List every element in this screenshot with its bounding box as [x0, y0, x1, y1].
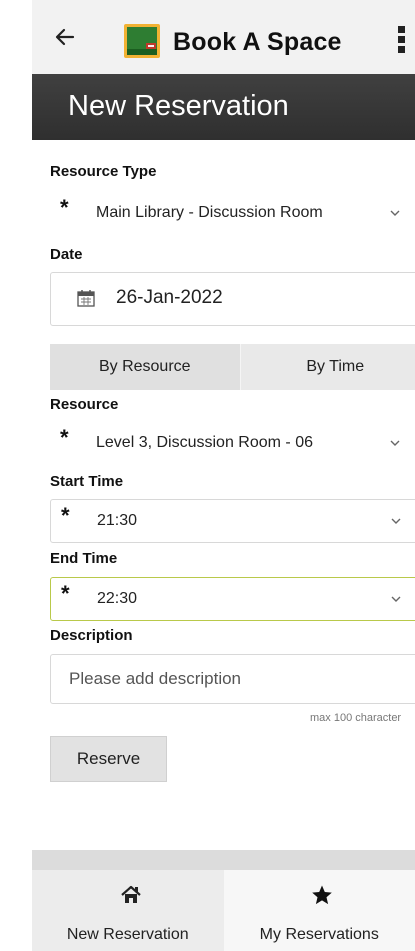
chevron-down-icon	[390, 210, 400, 216]
app-logo-icon	[124, 24, 160, 58]
description-placeholder: Please add description	[69, 669, 242, 688]
by-resource-tab[interactable]: By Resource	[50, 344, 241, 390]
resource-type-value: Main Library - Discussion Room	[96, 204, 323, 221]
by-time-tab[interactable]: By Time	[240, 344, 415, 390]
bottom-nav: New Reservation My Reservations	[32, 870, 415, 951]
start-time-value: 21:30	[97, 512, 138, 529]
start-time-select[interactable]: * 21:30	[50, 499, 415, 543]
required-asterisk-icon: *	[61, 503, 70, 528]
app-title: Book A Space	[173, 28, 342, 56]
resource-type-label: Resource Type	[50, 163, 157, 180]
resource-value: Level 3, Discussion Room - 06	[96, 434, 313, 451]
required-asterisk-icon: *	[61, 581, 70, 606]
chevron-down-icon	[390, 440, 400, 446]
resource-type-select[interactable]: * Main Library - Discussion Room	[50, 192, 415, 236]
chevron-down-icon	[391, 518, 401, 524]
resource-label: Resource	[50, 396, 119, 413]
footer-divider	[32, 850, 415, 870]
description-label: Description	[50, 627, 133, 644]
date-value: 26-Jan-2022	[116, 287, 223, 308]
chevron-down-icon	[391, 596, 401, 602]
end-time-select[interactable]: * 22:30	[50, 577, 415, 621]
description-limit-hint: max 100 character	[310, 712, 402, 724]
nav-my-reservations[interactable]: My Reservations	[223, 870, 415, 951]
required-asterisk-icon: *	[60, 195, 69, 220]
date-label: Date	[50, 246, 83, 263]
nav-label: My Reservations	[259, 926, 379, 943]
end-time-value: 22:30	[97, 590, 138, 607]
star-icon	[311, 885, 332, 905]
app-screen: Book A Space New Reservation Resource Ty…	[32, 0, 415, 951]
back-button[interactable]	[52, 22, 78, 52]
date-picker-field[interactable]: 26-Jan-2022	[50, 272, 415, 326]
nav-new-reservation[interactable]: New Reservation	[32, 870, 224, 951]
arrow-left-icon	[55, 28, 75, 46]
page-header: New Reservation	[32, 74, 415, 140]
app-bar: Book A Space	[32, 0, 415, 74]
end-time-label: End Time	[50, 550, 118, 567]
calendar-icon	[77, 290, 95, 307]
nav-label: New Reservation	[66, 926, 189, 943]
overflow-menu-button[interactable]	[398, 26, 408, 58]
page-title: New Reservation	[68, 90, 289, 122]
home-icon	[121, 885, 141, 903]
required-asterisk-icon: *	[60, 425, 69, 450]
start-time-label: Start Time	[50, 473, 124, 490]
description-input[interactable]: Please add description	[50, 654, 415, 704]
resource-select[interactable]: * Level 3, Discussion Room - 06	[50, 422, 415, 466]
booking-mode-toggle: By Resource By Time	[50, 344, 415, 390]
reserve-button[interactable]: Reserve	[50, 736, 167, 782]
more-vertical-icon	[398, 26, 405, 33]
